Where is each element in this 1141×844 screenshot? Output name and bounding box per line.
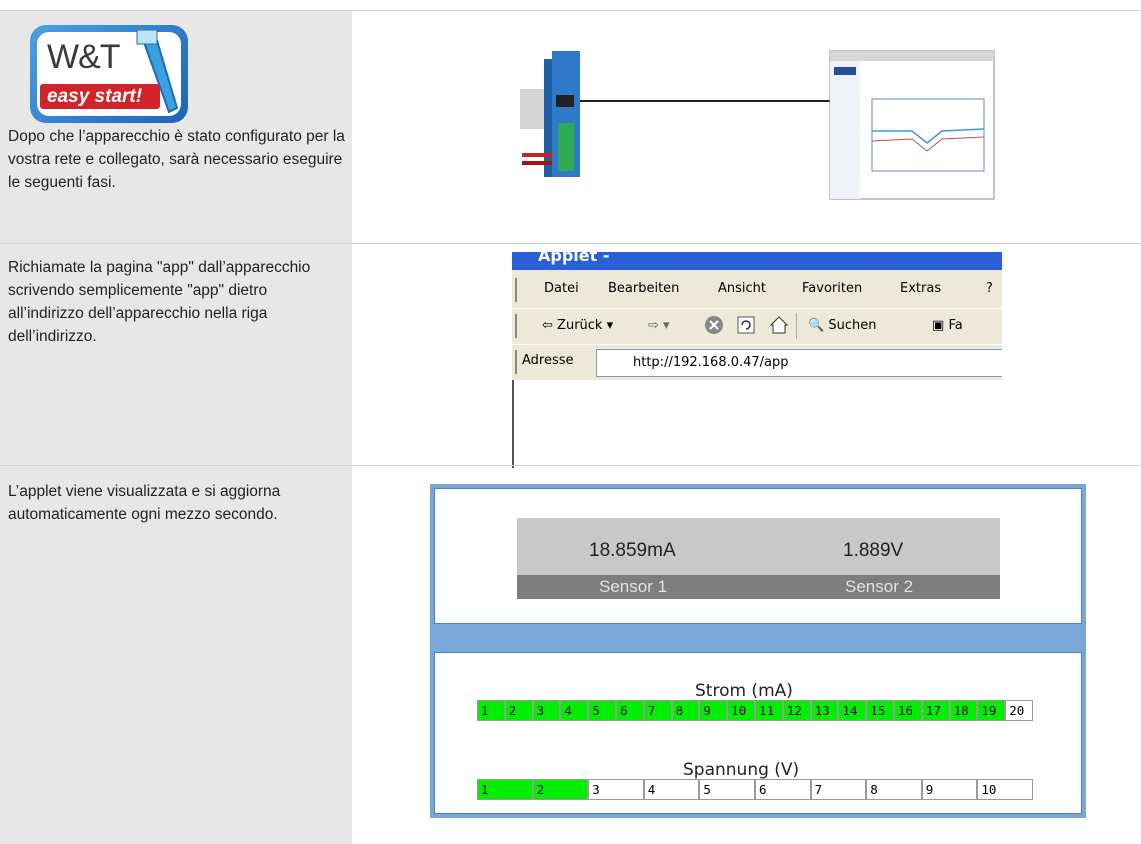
menu-datei[interactable]: Datei	[544, 281, 579, 296]
com-server-device-icon	[520, 51, 580, 177]
menu-extras[interactable]: Extras	[900, 281, 941, 296]
spannung-segment-3: 3	[588, 779, 644, 800]
address-input[interactable]: http://192.168.0.47/app	[596, 349, 1002, 377]
step-2-description-cell: Richiamate la pagina "app" dall’apparecc…	[0, 244, 352, 466]
sensor-applet: 18.859mA 1.889V Sensor 1 Sensor 2 Strom …	[430, 484, 1086, 818]
step-2-illustration-cell: Applet - Datei Bearbeiten Ansicht Favori…	[352, 244, 1141, 468]
spannung-segment-10: 10	[977, 779, 1033, 800]
network-cable-icon	[136, 30, 179, 114]
strom-segment-12: 12	[782, 700, 811, 721]
search-button[interactable]: 🔍 Suchen	[808, 318, 876, 333]
step-3-text: L’applet viene visualizzata e si aggiorn…	[8, 483, 281, 523]
browser-title-bar: Applet -	[512, 252, 1002, 270]
strom-segment-13: 13	[810, 700, 839, 721]
spannung-segment-4: 4	[643, 779, 700, 800]
strom-segment-18: 18	[949, 700, 978, 721]
step-1-description-cell: W&T easy start! Dopo che l’apparecchio è…	[0, 11, 352, 244]
address-bar: Adresse http://192.168.0.47/app	[512, 344, 1002, 379]
device-connection-illustration	[520, 50, 995, 200]
strom-segment-4: 4	[560, 700, 589, 721]
step-1-illustration-cell	[352, 11, 1141, 244]
spannung-segment-5: 5	[699, 779, 755, 800]
spannung-segment-9: 9	[921, 779, 978, 800]
browser-window-thumbnail-icon	[829, 50, 995, 200]
stop-icon[interactable]	[704, 315, 724, 339]
sensor-1-label: Sensor 1	[599, 577, 668, 596]
strom-segment-17: 17	[921, 700, 950, 721]
menu-ansicht[interactable]: Ansicht	[718, 281, 766, 296]
bar-graph-panel: Strom (mA) 1 2 3 4 5 6 7 8 9 10 11 12 13 14 15 16 17 18 19…	[434, 652, 1082, 814]
strom-segment-19: 19	[977, 700, 1006, 721]
strom-segment-7: 7	[643, 700, 672, 721]
toolbar: ⇦ Zurück ▾ ⇨ ▾ 🔍 Suchen ▣ Fa	[512, 308, 1002, 343]
sensor-2-value: 1.889V	[843, 540, 904, 561]
menu-favoriten[interactable]: Favoriten	[802, 281, 862, 296]
favorites-button-label: Fa	[948, 318, 963, 333]
favorites-icon: ▣	[932, 318, 945, 333]
home-icon[interactable]	[768, 314, 790, 340]
sensor-1-value: 18.859mA	[589, 540, 676, 561]
wt-easy-start-logo: W&T easy start!	[30, 25, 188, 123]
refresh-icon[interactable]	[736, 315, 756, 339]
logo-tagline: easy start!	[47, 86, 143, 107]
sensor-readout-box: 18.859mA 1.889V Sensor 1 Sensor 2	[517, 518, 1000, 599]
strom-segment-3: 3	[532, 700, 561, 721]
spannung-title: Spannung (V)	[683, 760, 800, 780]
strom-segment-15: 15	[866, 700, 894, 721]
menu-bearbeiten[interactable]: Bearbeiten	[608, 281, 679, 296]
strom-segment-8: 8	[671, 700, 700, 721]
strom-title: Strom (mA)	[695, 681, 793, 701]
step-1-text: Dopo che l’apparecchio è stato configura…	[8, 128, 345, 191]
browser-content-area	[512, 380, 1002, 468]
step-row-2: Richiamate la pagina "app" dall’apparecc…	[0, 243, 1141, 468]
sensor-label-bar: Sensor 1 Sensor 2	[517, 575, 1000, 599]
spannung-segment-2: 2	[532, 779, 589, 800]
sensor-2-label: Sensor 2	[845, 577, 914, 596]
back-button-label: Zurück	[557, 318, 603, 333]
search-button-label: Suchen	[828, 318, 877, 333]
menu-help[interactable]: ?	[986, 281, 993, 296]
strom-segment-1: 1	[477, 700, 505, 721]
spannung-segment-8: 8	[866, 779, 922, 800]
strom-segment-14: 14	[838, 700, 867, 721]
strom-segment-20: 20	[1005, 700, 1033, 721]
spannung-segment-7: 7	[810, 779, 867, 800]
favorites-button[interactable]: ▣ Fa	[932, 318, 963, 333]
menu-bar: Datei Bearbeiten Ansicht Favoriten Extra…	[512, 274, 1002, 304]
strom-segment-10: 10	[727, 700, 755, 721]
back-arrow-icon: ⇦	[542, 318, 553, 333]
forward-arrow-icon[interactable]: ⇨ ▾	[648, 318, 670, 333]
address-label: Adresse	[522, 353, 574, 368]
logo-brand-text: W&T	[47, 38, 121, 76]
window-title: Applet -	[538, 252, 610, 265]
strom-segment-2: 2	[504, 700, 533, 721]
browser-window-screenshot: Applet - Datei Bearbeiten Ansicht Favori…	[512, 252, 1002, 468]
sensor-values-panel: 18.859mA 1.889V Sensor 1 Sensor 2	[434, 488, 1082, 624]
strom-segment-16: 16	[894, 700, 922, 721]
strom-segment-5: 5	[588, 700, 616, 721]
strom-segment-11: 11	[755, 700, 783, 721]
spannung-segment-6: 6	[755, 779, 811, 800]
back-button[interactable]: ⇦ Zurück ▾	[542, 318, 613, 333]
strom-segment-6: 6	[616, 700, 644, 721]
step-3-description-cell: L’applet viene visualizzata e si aggiorn…	[0, 466, 352, 844]
step-row-1: W&T easy start! Dopo che l’apparecchio è…	[0, 10, 1141, 244]
address-value: http://192.168.0.47/app	[633, 355, 789, 370]
dropdown-arrow-icon: ▾	[606, 318, 614, 333]
spannung-segment-1: 1	[477, 779, 533, 800]
strom-segment-9: 9	[699, 700, 728, 721]
search-icon: 🔍	[808, 318, 825, 333]
step-2-text: Richiamate la pagina "app" dall’apparecc…	[8, 259, 311, 345]
